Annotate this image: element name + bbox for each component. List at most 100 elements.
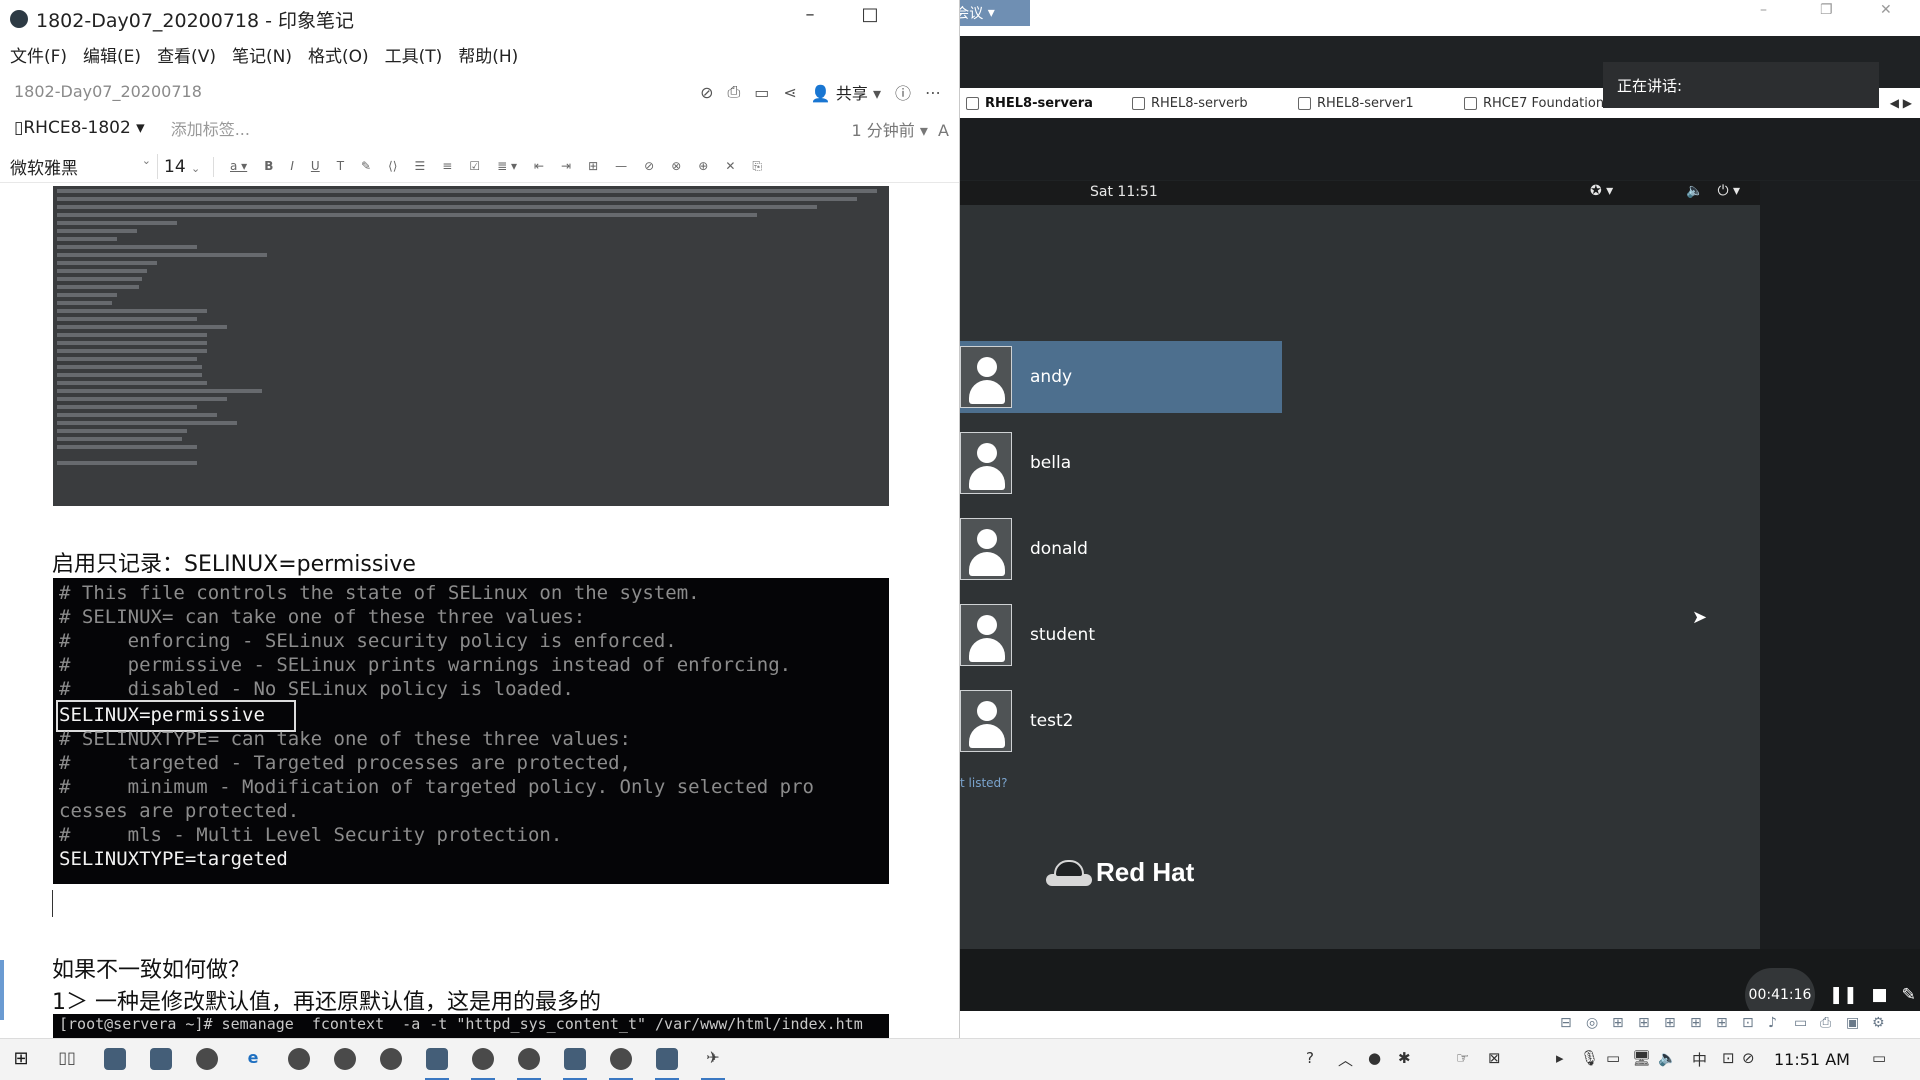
table-icon[interactable]: ⊞ bbox=[588, 159, 598, 174]
not-listed-link[interactable]: t listed? bbox=[960, 776, 1008, 790]
app-icon[interactable] bbox=[426, 1048, 448, 1070]
strikethrough-icon[interactable]: T bbox=[337, 159, 344, 174]
close-icon[interactable]: ✕ bbox=[1880, 2, 1892, 18]
indent-icon[interactable]: ⇥ bbox=[561, 159, 571, 174]
present-icon[interactable]: ▭ bbox=[754, 83, 769, 102]
ime-icon[interactable]: 中 bbox=[1692, 1049, 1707, 1070]
help-icon[interactable]: ? bbox=[1306, 1049, 1314, 1067]
tab-rhce7-foundation0[interactable]: RHCE7 Foundation0 bbox=[1458, 96, 1624, 111]
app-icon[interactable]: ✈ bbox=[702, 1048, 724, 1070]
printer-icon[interactable]: ⎙ bbox=[1820, 1015, 1831, 1031]
checkbox-icon[interactable]: ☑ bbox=[469, 159, 480, 174]
hdd-icon[interactable]: ⊟ bbox=[1560, 1015, 1572, 1031]
code-icon[interactable]: ⟨⟩ bbox=[388, 159, 397, 174]
font-size-select[interactable]: 14 ⌄ bbox=[158, 156, 214, 177]
app-icon[interactable] bbox=[610, 1048, 632, 1070]
volume-icon[interactable]: 🔈 bbox=[1658, 1049, 1677, 1067]
numbered-list-icon[interactable]: ≡ bbox=[442, 159, 452, 174]
menu-tools[interactable]: 工具(T) bbox=[385, 42, 443, 70]
ime-icon[interactable]: ⊘ bbox=[1742, 1049, 1755, 1067]
gdm-clock[interactable]: Sat 11:51 bbox=[1090, 184, 1158, 200]
tab-rhel8-serverb[interactable]: RHEL8-serverb bbox=[1126, 96, 1292, 111]
app-icon[interactable] bbox=[334, 1048, 356, 1070]
usb-icon[interactable]: ⊡ bbox=[1742, 1015, 1754, 1031]
tray-app-icon[interactable]: ☞ bbox=[1456, 1049, 1469, 1067]
more-icon[interactable]: ⋯ bbox=[925, 83, 941, 102]
share-icon[interactable]: ⋖ bbox=[783, 83, 796, 102]
user-row-test2[interactable]: test2 bbox=[960, 685, 1282, 757]
app-icon[interactable] bbox=[656, 1048, 678, 1070]
align-icon[interactable]: ≣ ▾ bbox=[497, 159, 517, 174]
network-icon[interactable]: ⊞ bbox=[1612, 1015, 1624, 1031]
user-row-donald[interactable]: donald bbox=[960, 513, 1282, 585]
app-icon[interactable] bbox=[150, 1048, 172, 1070]
app-icon[interactable] bbox=[288, 1048, 310, 1070]
task-view-icon[interactable]: ▯▯ bbox=[56, 1048, 78, 1070]
microphone-icon[interactable]: 🎙 bbox=[1580, 1049, 1599, 1067]
modified-time[interactable]: 1 分钟前 ▾ A bbox=[851, 117, 949, 141]
system-menu[interactable]: 🔈 ⏻ ▾ bbox=[1686, 183, 1740, 199]
message-icon[interactable]: ▭ bbox=[1794, 1015, 1807, 1031]
pause-icon[interactable]: ❚❚ bbox=[1829, 985, 1858, 1005]
user-row-bella[interactable]: bella bbox=[960, 427, 1282, 499]
tab-rhel8-servera[interactable]: RHEL8-servera bbox=[960, 96, 1126, 111]
tab-scroll-icon[interactable]: ◀ ▶ bbox=[1890, 96, 1912, 110]
menu-format[interactable]: 格式(O) bbox=[308, 42, 369, 70]
cd-icon[interactable]: ◎ bbox=[1586, 1015, 1598, 1031]
network-icon[interactable]: ⊞ bbox=[1690, 1015, 1702, 1031]
note-title-field[interactable]: 1802-Day07_20200718 bbox=[14, 82, 202, 101]
evernote-taskbar-icon[interactable] bbox=[472, 1048, 494, 1070]
vmware-icon[interactable] bbox=[564, 1048, 586, 1070]
notification-icon[interactable]: ▭ bbox=[1872, 1049, 1886, 1067]
menu-help[interactable]: 帮助(H) bbox=[458, 42, 518, 70]
notebook-selector[interactable]: ▯RHCE8-1802 ▾ bbox=[14, 118, 145, 138]
highlight-icon[interactable]: ✎ bbox=[361, 159, 371, 174]
user-row-andy[interactable]: andy bbox=[960, 341, 1282, 413]
user-row-student[interactable]: student bbox=[960, 599, 1282, 671]
show-hidden-icons[interactable]: ︿ bbox=[1338, 1049, 1353, 1070]
settings-icon[interactable]: ⚙ bbox=[1872, 1015, 1885, 1031]
network-icon[interactable]: 🖥 bbox=[1632, 1049, 1651, 1067]
menu-file[interactable]: 文件(F) bbox=[10, 42, 67, 70]
start-windows-icon[interactable]: ⊞ bbox=[10, 1048, 32, 1070]
minimize-icon[interactable]: – bbox=[1760, 2, 1767, 18]
print-icon[interactable]: ⎙ bbox=[727, 82, 740, 102]
bullet-list-icon[interactable]: ☰ bbox=[414, 159, 425, 174]
pen-icon[interactable]: ✎ bbox=[1902, 985, 1916, 1005]
clear-format-icon[interactable]: ✕ bbox=[725, 159, 735, 174]
underline-icon[interactable]: U bbox=[311, 159, 320, 174]
link-icon[interactable]: ⊘ bbox=[644, 159, 654, 174]
unlink-icon[interactable]: ⊗ bbox=[671, 159, 681, 174]
font-family-select[interactable]: 微软雅黑 ⌄ bbox=[10, 154, 158, 179]
bold-icon[interactable]: B bbox=[264, 159, 273, 174]
battery-icon[interactable]: ▭ bbox=[1606, 1049, 1620, 1067]
info-icon[interactable]: ⓘ bbox=[895, 80, 911, 104]
app-icon[interactable] bbox=[518, 1048, 540, 1070]
italic-icon[interactable]: I bbox=[290, 159, 294, 174]
tray-app-icon[interactable]: ● bbox=[1368, 1049, 1381, 1067]
meeting-tab[interactable]: 腾讯会议 ▾ bbox=[960, 0, 1030, 26]
accessibility-icon[interactable]: ✪ ▾ bbox=[1590, 183, 1613, 199]
minimize-icon[interactable]: – bbox=[790, 4, 830, 25]
tab-rhel8-server1[interactable]: RHEL8-server1 bbox=[1292, 96, 1458, 111]
ime-mode-icon[interactable]: ⊡ bbox=[1722, 1049, 1735, 1067]
tray-app-icon[interactable]: ✱ bbox=[1398, 1049, 1411, 1067]
display-icon[interactable]: ▣ bbox=[1846, 1015, 1859, 1031]
app-icon[interactable] bbox=[380, 1048, 402, 1070]
add-tag-input[interactable]: 添加标签... bbox=[171, 116, 250, 140]
share-button[interactable]: 👤 共享 ▾ bbox=[811, 80, 881, 104]
maximize-icon[interactable]: □ bbox=[850, 4, 890, 25]
stop-icon[interactable]: ■ bbox=[1872, 985, 1888, 1005]
edge-icon[interactable]: e bbox=[242, 1048, 264, 1070]
reminder-icon[interactable]: ⊘ bbox=[700, 83, 713, 102]
network-icon[interactable]: ⊞ bbox=[1716, 1015, 1728, 1031]
menu-view[interactable]: 查看(V) bbox=[157, 42, 216, 70]
divider-icon[interactable]: — bbox=[615, 159, 627, 174]
clock[interactable]: 11:51 AM bbox=[1774, 1050, 1850, 1069]
network-icon[interactable]: ⊞ bbox=[1638, 1015, 1650, 1031]
text-color-icon[interactable]: a ▾ bbox=[230, 159, 247, 174]
sound-icon[interactable]: ♪ bbox=[1768, 1015, 1777, 1031]
attach-icon[interactable]: ⎘ bbox=[752, 159, 762, 174]
menu-edit[interactable]: 编辑(E) bbox=[83, 42, 141, 70]
app-icon[interactable] bbox=[104, 1048, 126, 1070]
